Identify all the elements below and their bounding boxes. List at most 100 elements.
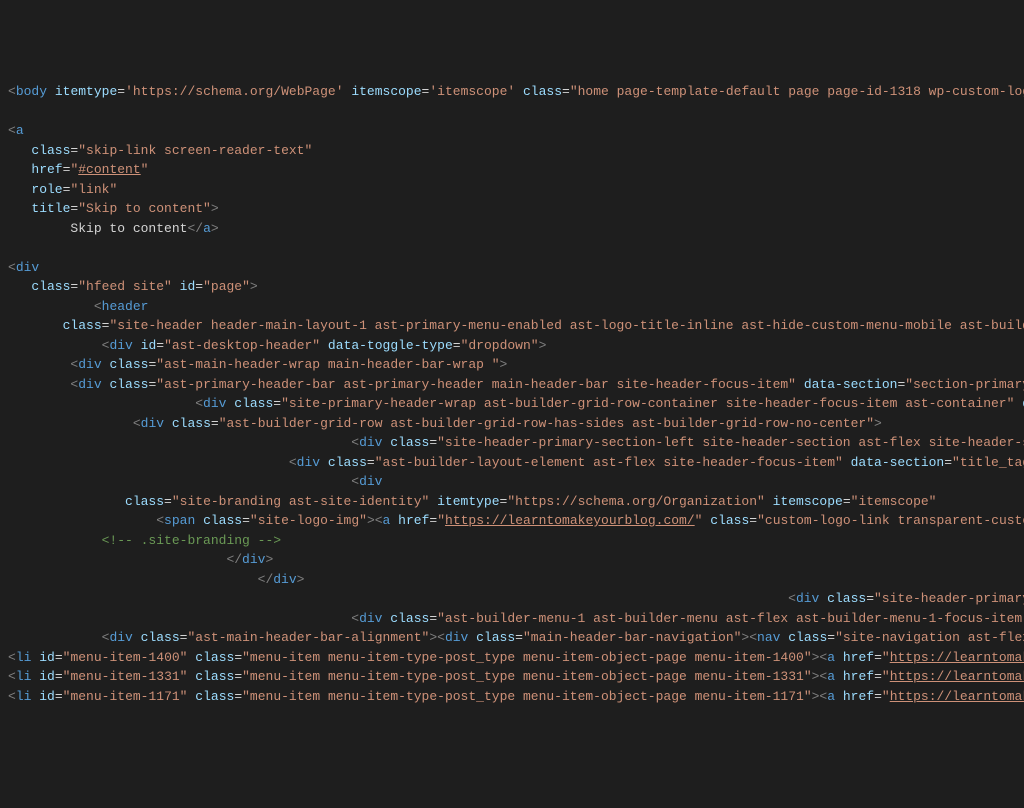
attr-class: class (390, 435, 429, 450)
val-section: "section-primary-header- (905, 377, 1024, 392)
attr-class: class (827, 591, 866, 606)
val-toggle: "dropdown" (461, 338, 539, 353)
link-menu-1171[interactable]: https://learntomakeyourblo (890, 689, 1024, 704)
val-class: "menu-item menu-item-type-post_type menu… (242, 689, 812, 704)
link-content[interactable]: #content (78, 162, 140, 177)
tag-a: a (827, 669, 835, 684)
val-class: "site-logo-img" (250, 513, 367, 528)
val-href-open: " (437, 513, 445, 528)
tag-body: body (16, 84, 47, 99)
tag-a: a (827, 689, 835, 704)
val-class: "menu-item menu-item-type-post_type menu… (242, 650, 812, 665)
attr-itemtype: itemtype (55, 84, 117, 99)
tag-div: div (109, 630, 132, 645)
attr-class: class (203, 513, 242, 528)
tag-nav: nav (757, 630, 780, 645)
attr-class: class (31, 143, 70, 158)
val-class: "ast-builder-layout-element ast-flex sit… (375, 455, 843, 470)
comment-branding: <!-- .site-branding --> (102, 533, 281, 548)
attr-section: data-section (851, 455, 945, 470)
tag-div: div (16, 260, 39, 275)
val-class: "ast-builder-grid-row ast-builder-grid-r… (219, 416, 874, 431)
val-section: "title_tagline" (952, 455, 1024, 470)
val-class: "menu-item menu-item-type-post_type menu… (242, 669, 812, 684)
val-id: "menu-item-1331" (63, 669, 188, 684)
tag-div: div (359, 611, 382, 626)
attr-class: class (328, 455, 367, 470)
attr-class: class (195, 669, 234, 684)
attr-class: class (390, 611, 429, 626)
tag-a: a (827, 650, 835, 665)
val-class: "custom-logo-link transparent-custom-log… (757, 513, 1024, 528)
tag-div: div (359, 474, 382, 489)
tag-div: div (203, 396, 226, 411)
val-itemtype: "https://schema.org/Organization" (507, 494, 764, 509)
attr-id: id (39, 669, 55, 684)
tag-a-close: a (203, 221, 211, 236)
attr-class: class (31, 279, 70, 294)
attr-role: role (31, 182, 62, 197)
val-id: "menu-item-1400" (63, 650, 188, 665)
val-class: "home page-template-default page page-id… (570, 84, 1024, 99)
val-href-open: " (882, 650, 890, 665)
attr-href: href (398, 513, 429, 528)
tag-div: div (796, 591, 819, 606)
val-class: "site-primary-header-wrap ast-builder-gr… (281, 396, 1014, 411)
link-menu-1331[interactable]: https://learntomakeyourblo (890, 669, 1024, 684)
attr-class: class (109, 377, 148, 392)
tag-div: div (78, 357, 101, 372)
val-id: "ast-desktop-header" (164, 338, 320, 353)
val-class: "hfeed site" (78, 279, 172, 294)
val-class: "skip-link screen-reader-text" (78, 143, 312, 158)
tag-div: div (78, 377, 101, 392)
val-href-close: " (695, 513, 703, 528)
tag-div: div (359, 435, 382, 450)
attr-title: title (31, 201, 70, 216)
val-class: "ast-builder-menu-1 ast-builder-menu ast… (437, 611, 1024, 626)
tag-div-close: div (242, 552, 265, 567)
attr-class: class (172, 416, 211, 431)
val-href-open: " (882, 689, 890, 704)
val-href-open: " (882, 669, 890, 684)
tag-div-close: div (273, 572, 296, 587)
link-menu-1400[interactable]: https://learntomakeyourblo (890, 650, 1024, 665)
val-role: "link" (70, 182, 117, 197)
tag-a: a (16, 123, 24, 138)
attr-id: id (141, 338, 157, 353)
attr-class: class (109, 357, 148, 372)
attr-itemtype: itemtype (437, 494, 499, 509)
text-skip: Skip to content (70, 221, 187, 236)
val-id: "page" (203, 279, 250, 294)
val-id: "menu-item-1171" (63, 689, 188, 704)
val-class: "site-header-primary-section (874, 591, 1024, 606)
tag-span: span (164, 513, 195, 528)
val-class: "site-branding ast-site-identity" (172, 494, 429, 509)
attr-class: class (125, 494, 164, 509)
val-itemscope: 'itemscope' (429, 84, 515, 99)
attr-class: class (523, 84, 562, 99)
tag-a: a (383, 513, 391, 528)
attr-href: href (843, 689, 874, 704)
attr-id: id (180, 279, 196, 294)
val-class: "ast-main-header-wrap main-header-bar-wr… (156, 357, 499, 372)
link-blog[interactable]: https://learntomakeyourblog.com/ (445, 513, 695, 528)
val-class: "ast-primary-header-bar ast-primary-head… (156, 377, 796, 392)
tag-div: div (297, 455, 320, 470)
tag-header: header (102, 299, 149, 314)
val-class: "ast-main-header-bar-alignment" (187, 630, 429, 645)
attr-class: class (195, 689, 234, 704)
attr-itemscope: itemscope (773, 494, 843, 509)
val-itemscope: "itemscope" (851, 494, 937, 509)
tag-li: li (16, 669, 32, 684)
val-class: "site-header-primary-section-left site-h… (437, 435, 1024, 450)
val-title: "Skip to content" (78, 201, 211, 216)
val-itemtype: 'https://schema.org/WebPage' (125, 84, 343, 99)
tag-div: div (445, 630, 468, 645)
attr-class: class (63, 318, 102, 333)
attr-class: class (710, 513, 749, 528)
val-href-close: " (141, 162, 149, 177)
attr-href: href (843, 669, 874, 684)
code-editor[interactable]: <body itemtype='https://schema.org/WebPa… (8, 82, 1016, 706)
attr-id: id (39, 650, 55, 665)
attr-href: href (31, 162, 62, 177)
